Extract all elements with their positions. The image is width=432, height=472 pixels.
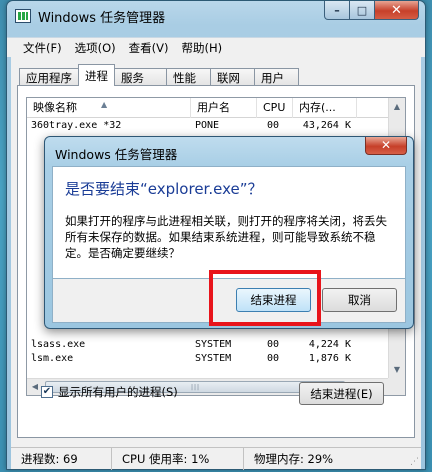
end-process-button[interactable]: 结束进程(E) xyxy=(299,382,384,405)
tab-networking[interactable]: 联网 xyxy=(210,68,255,86)
status-physical-memory: 物理内存: 29% xyxy=(254,451,334,466)
show-all-users-checkbox[interactable]: ✔ xyxy=(41,386,53,398)
dialog-body: 是否要结束“explorer.exe”？ 如果打开的程序与此进程相关联，则打开的… xyxy=(52,166,406,279)
cell-cpu: 00 xyxy=(267,120,280,131)
tab-performance[interactable]: 性能 xyxy=(166,68,211,86)
status-bar: 进程数: 69 CPU 使用率: 1% 物理内存: 29% ⋰ xyxy=(11,447,421,470)
cell-cpu: 00 xyxy=(267,339,280,350)
cell-image-name: 360tray.exe *32 xyxy=(31,120,122,131)
scroll-up-icon[interactable]: ▲ xyxy=(389,98,405,115)
sort-ascending-icon: ▲ xyxy=(101,100,108,109)
cancel-button[interactable]: 取消 xyxy=(322,288,397,312)
maximize-button[interactable]: □ xyxy=(350,1,375,20)
menu-bar: 文件(F) 选项(O) 查看(V) 帮助(H) xyxy=(7,37,425,57)
cell-memory: 4,224 K xyxy=(308,339,351,350)
highlight-annotation xyxy=(209,270,321,326)
show-all-users-label: 显示所有用户的进程(S) xyxy=(58,385,178,399)
window-title: Windows 任务管理器 xyxy=(38,10,166,26)
column-cpu[interactable]: CPU xyxy=(257,98,293,118)
dialog-heading: 是否要结束“explorer.exe”？ xyxy=(65,180,263,198)
cell-image-name: lsass.exe xyxy=(31,339,86,350)
tab-services[interactable]: 服务 xyxy=(114,68,167,86)
close-button[interactable]: ✕ xyxy=(375,1,419,20)
table-row[interactable]: lsm.exe SYSTEM 00 1,876 K xyxy=(27,352,388,366)
cell-image-name: lsm.exe xyxy=(31,353,74,364)
scrollbar-corner xyxy=(388,378,405,395)
grip-icon: ||| xyxy=(191,384,201,391)
window-controls: – □ ✕ xyxy=(324,1,419,20)
cell-cpu: 00 xyxy=(267,353,280,364)
tab-applications[interactable]: 应用程序 xyxy=(19,68,79,86)
tab-processes[interactable]: 进程 xyxy=(78,64,115,86)
menu-file[interactable]: 文件(F) xyxy=(23,40,62,56)
rows-bottom: lsass.exe SYSTEM 00 4,224 K lsm.exe SYST… xyxy=(27,338,388,366)
task-manager-icon xyxy=(15,9,31,23)
tab-users[interactable]: 用户 xyxy=(254,68,299,86)
column-user-name[interactable]: 用户名 xyxy=(191,98,257,118)
rows-top: 360tray.exe *32 PONE 00 43,264 K xyxy=(27,119,388,133)
list-header: ▲ 映像名称 用户名 CPU 内存(... xyxy=(27,98,388,118)
menu-help[interactable]: 帮助(H) xyxy=(181,40,222,56)
dialog-close-button[interactable]: ✕ xyxy=(365,137,407,155)
status-cpu-usage: CPU 使用率: 1% xyxy=(112,447,244,470)
dialog-title: Windows 任务管理器 xyxy=(55,147,178,162)
resize-grip-icon[interactable]: ⋰ xyxy=(410,457,419,467)
menu-options[interactable]: 选项(O) xyxy=(75,40,116,56)
table-row[interactable]: 360tray.exe *32 PONE 00 43,264 K xyxy=(27,119,388,133)
status-process-count: 进程数: 69 xyxy=(11,447,112,470)
table-row[interactable]: lsass.exe SYSTEM 00 4,224 K xyxy=(27,338,388,352)
cell-memory: 43,264 K xyxy=(302,120,351,131)
title-bar[interactable]: Windows 任务管理器 – □ ✕ xyxy=(7,1,425,31)
menu-view[interactable]: 查看(V) xyxy=(129,40,169,56)
show-all-users-option[interactable]: ✔ 显示所有用户的进程(S) xyxy=(41,384,178,400)
scroll-down-icon[interactable]: ▼ xyxy=(389,361,405,378)
column-memory[interactable]: 内存(... xyxy=(293,98,357,118)
tab-strip: 应用程序 进程 服务 性能 联网 用户 xyxy=(19,64,299,86)
cell-memory: 1,876 K xyxy=(308,353,351,364)
cell-user-name: SYSTEM xyxy=(195,353,232,364)
dialog-message: 如果打开的程序与此进程相关联，则打开的程序将关闭，将丢失所有未保存的数据。如果结… xyxy=(65,214,387,260)
cell-user-name: SYSTEM xyxy=(195,339,232,350)
minimize-button[interactable]: – xyxy=(324,1,350,20)
column-image-name[interactable]: ▲ 映像名称 xyxy=(27,98,191,118)
cell-user-name: PONE xyxy=(195,120,220,131)
